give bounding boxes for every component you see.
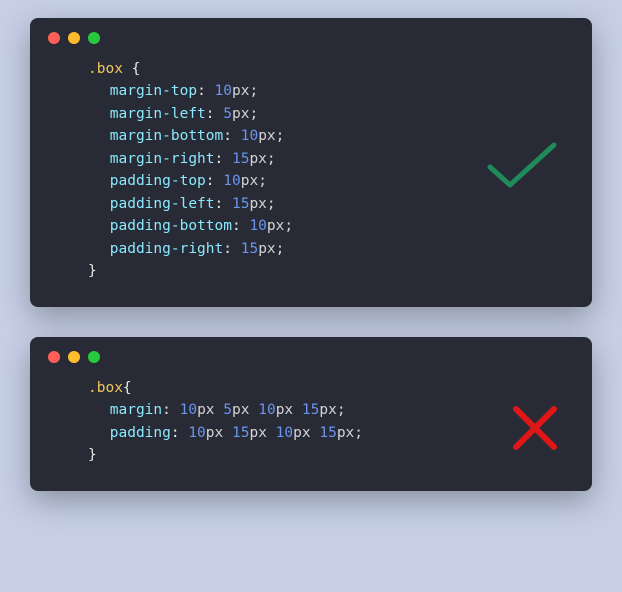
window-dot-minimize [68,351,80,363]
css-selector: .box [88,61,123,77]
css-unit: px [241,173,258,189]
css-number: 10 [223,173,240,189]
css-number: 15 [232,196,249,212]
css-property: margin-bottom [110,128,224,144]
css-property: margin-top [110,83,197,99]
css-number: 15 [232,425,249,441]
code-window-1: .box{margin: 10px 5px 10px 15px;padding:… [30,337,592,491]
css-number: 15 [302,402,319,418]
code-line-selector: .box{ [88,377,552,399]
code-line-declaration: padding-bottom: 10px; [88,215,552,237]
code-line-declaration: margin-right: 15px; [88,148,552,170]
css-number: 5 [223,106,232,122]
css-unit: px [232,106,249,122]
css-unit: px [232,83,249,99]
code-line-declaration: padding-top: 10px; [88,170,552,192]
code-line-declaration: padding: 10px 15px 10px 15px; [88,422,552,444]
window-dot-maximize [88,351,100,363]
css-unit: px [293,425,310,441]
css-unit: px [249,151,266,167]
css-number: 10 [241,128,258,144]
css-property: margin-right [110,151,215,167]
close-brace: } [88,263,97,279]
css-number: 5 [223,402,232,418]
code-line-selector: .box { [88,58,552,80]
code-line-declaration: padding-right: 15px; [88,238,552,260]
css-number: 15 [319,425,336,441]
open-brace: { [132,61,141,77]
close-brace: } [88,447,97,463]
css-unit: px [249,196,266,212]
code-line-declaration: padding-left: 15px; [88,193,552,215]
css-number: 10 [215,83,232,99]
window-dot-close [48,351,60,363]
css-number: 15 [232,151,249,167]
css-unit: px [337,425,354,441]
css-number: 10 [180,402,197,418]
css-number: 10 [276,425,293,441]
code-body: .box {margin-top: 10px;margin-left: 5px;… [30,50,592,289]
css-unit: px [206,425,223,441]
css-property: margin-left [110,106,206,122]
window-titlebar [30,18,592,50]
code-line-declaration: margin-top: 10px; [88,80,552,102]
window-titlebar [30,337,592,369]
css-selector: .box [88,380,123,396]
window-dot-close [48,32,60,44]
css-property: margin [110,402,162,418]
css-property: padding-top [110,173,206,189]
code-line-declaration: margin-bottom: 10px; [88,125,552,147]
css-number: 10 [188,425,205,441]
css-unit: px [258,241,275,257]
checkmark-icon [484,137,560,193]
css-number: 10 [258,402,275,418]
css-property: padding-left [110,196,215,212]
css-unit: px [319,402,336,418]
css-property: padding-bottom [110,218,232,234]
window-dot-minimize [68,32,80,44]
css-unit: px [232,402,249,418]
open-brace: { [123,380,132,396]
code-line-close: } [88,260,552,282]
css-unit: px [258,128,275,144]
code-line-declaration: margin: 10px 5px 10px 15px; [88,399,552,421]
css-unit: px [249,425,266,441]
css-number: 10 [249,218,266,234]
code-line-declaration: margin-left: 5px; [88,103,552,125]
css-unit: px [276,402,293,418]
code-body: .box{margin: 10px 5px 10px 15px;padding:… [30,369,592,473]
code-line-close: } [88,444,552,466]
cross-icon [510,403,560,453]
css-property: padding-right [110,241,224,257]
window-dot-maximize [88,32,100,44]
code-window-0: .box {margin-top: 10px;margin-left: 5px;… [30,18,592,307]
css-property: padding [110,425,171,441]
css-number: 15 [241,241,258,257]
css-unit: px [197,402,214,418]
css-unit: px [267,218,284,234]
